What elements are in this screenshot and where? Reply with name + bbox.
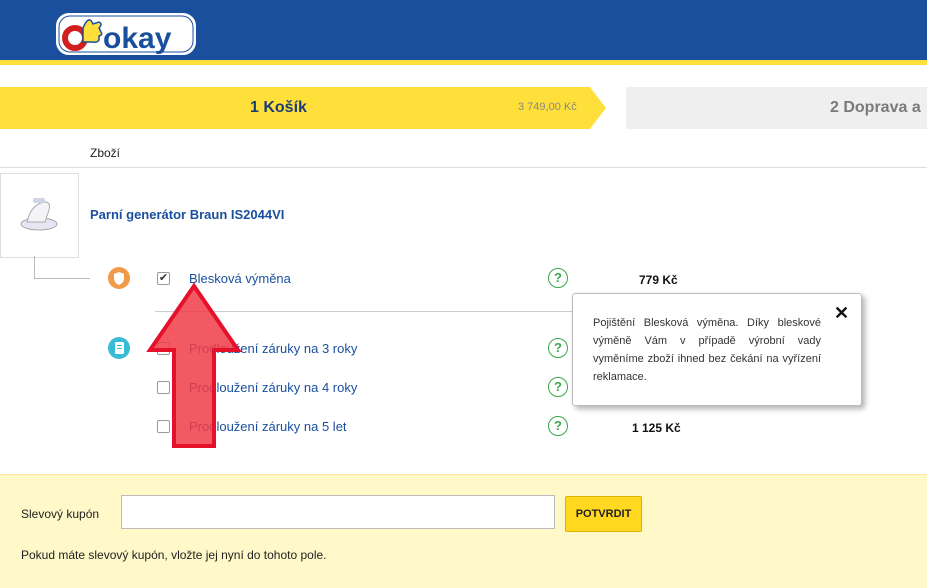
tree-connector xyxy=(34,278,90,279)
help-icon[interactable]: ? xyxy=(548,377,568,397)
step-shipping-label: 2 Doprava a xyxy=(830,99,921,116)
service-price: 1 125 Kč xyxy=(632,421,681,435)
product-thumbnail[interactable] xyxy=(0,173,79,258)
help-icon[interactable]: ? xyxy=(548,338,568,358)
coupon-input[interactable] xyxy=(121,495,555,529)
confirm-coupon-button[interactable]: POTVRDIT xyxy=(565,496,642,532)
tree-connector xyxy=(34,256,35,278)
help-icon[interactable]: ? xyxy=(548,268,568,288)
annotation-arrow xyxy=(146,282,242,455)
service-price: 779 Kč xyxy=(639,273,678,287)
steam-iron-image xyxy=(20,198,58,231)
cart-total-amount: 3 749,00 Kč xyxy=(518,101,577,113)
step-cart-label: 1 Košík xyxy=(250,99,307,116)
help-icon[interactable]: ? xyxy=(548,416,568,436)
warranty-document-icon xyxy=(108,337,130,359)
close-icon[interactable]: ✕ xyxy=(834,303,849,324)
column-header-goods: Zboží xyxy=(90,146,121,160)
coupon-hint: Pokud máte slevový kupón, vložte jej nyn… xyxy=(21,548,327,562)
service-info-tooltip: Pojištění Blesková výměna. Díky bleskové… xyxy=(572,293,862,406)
checkout-steps xyxy=(0,87,927,129)
tooltip-text: Pojištění Blesková výměna. Díky bleskové… xyxy=(593,317,821,383)
product-name-link[interactable]: Parní generátor Braun IS2044VI xyxy=(90,207,284,222)
logo-text: okay xyxy=(103,22,172,55)
coupon-label: Slevový kupón xyxy=(21,507,100,521)
divider xyxy=(0,167,927,168)
okay-logo[interactable]: okay xyxy=(53,10,199,58)
header-stripe xyxy=(0,60,927,65)
step-cart-arrow xyxy=(590,87,606,129)
shield-icon xyxy=(108,267,130,289)
coupon-section: Slevový kupón POTVRDIT Pokud máte slevov… xyxy=(0,474,927,588)
